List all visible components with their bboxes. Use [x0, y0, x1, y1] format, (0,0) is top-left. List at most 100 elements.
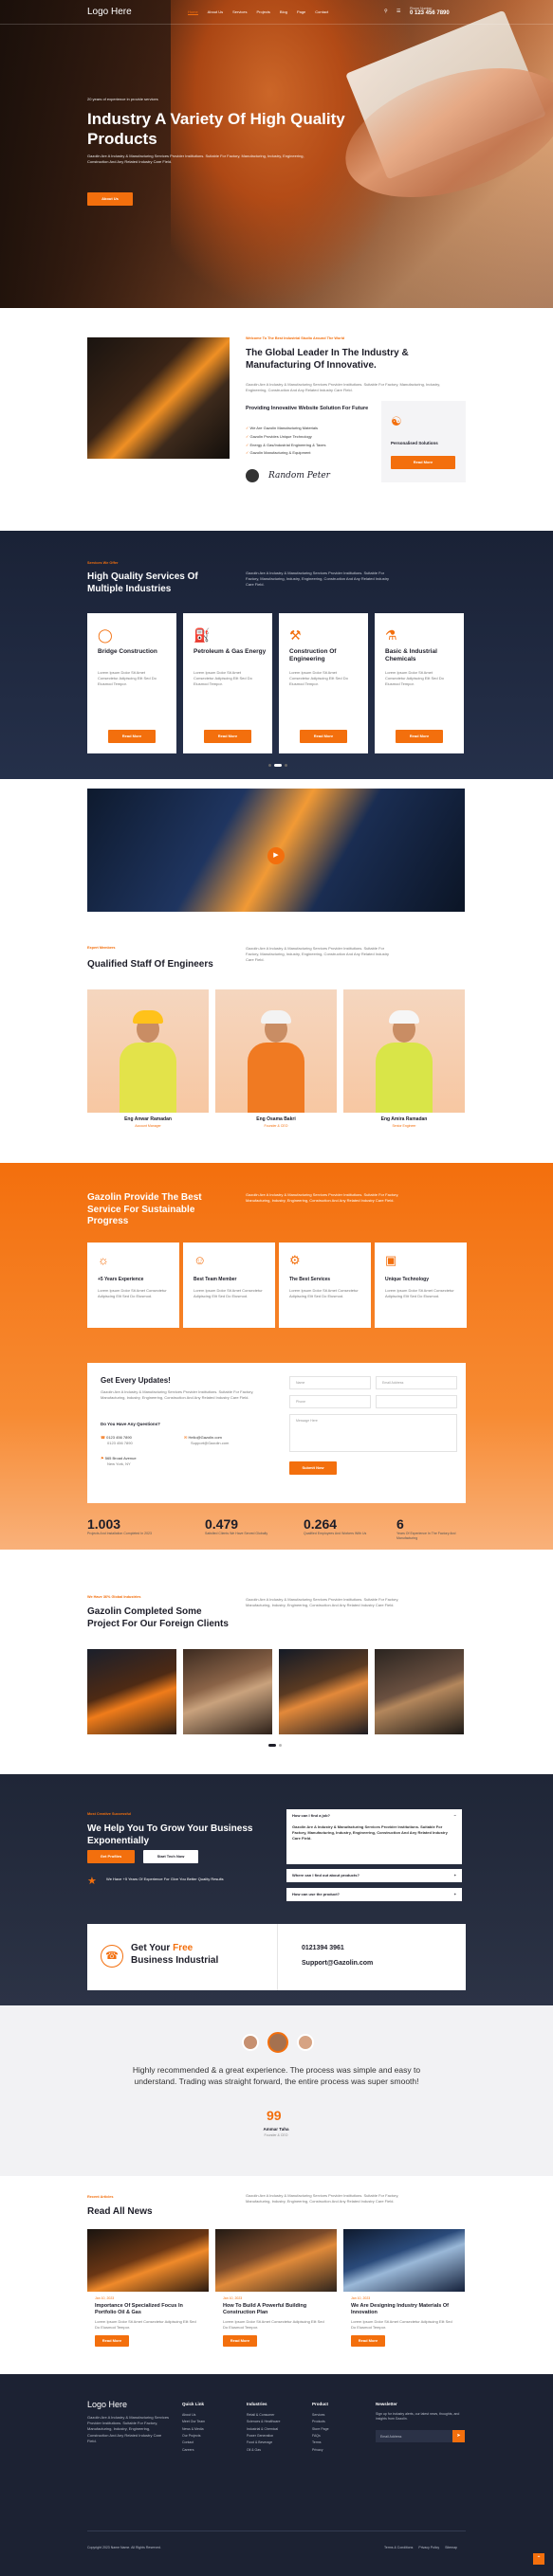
- faq-item[interactable]: Where can I find out about products? +: [286, 1869, 462, 1882]
- feature-card: ▣ Unique Technology Lorem Ipsum Dolor Si…: [375, 1243, 467, 1328]
- pagination-dot[interactable]: [268, 764, 271, 767]
- contact-line: 0123 456 7890: [107, 1441, 133, 1446]
- footer-logo[interactable]: Logo Here: [87, 2400, 127, 2409]
- news-image[interactable]: [215, 2229, 337, 2292]
- news-title[interactable]: How To Build A Powerful Building Constru…: [223, 2303, 329, 2316]
- news-title: Read All News: [87, 2206, 153, 2217]
- name-field[interactable]: Name: [289, 1376, 371, 1389]
- cta-phone[interactable]: 0121394 3961: [302, 1945, 344, 1951]
- service-text: Lorem Ipsum Dolor Sit Amet Consectetur A…: [98, 670, 157, 687]
- video-thumbnail[interactable]: ▶: [87, 789, 465, 912]
- news-card[interactable]: Jan 10, 2023 How To Build A Powerful Bui…: [215, 2229, 337, 2350]
- footer-link[interactable]: FAQs: [312, 2433, 329, 2440]
- nav-blog[interactable]: Blog: [280, 9, 287, 15]
- service-card[interactable]: ⚗ Basic & Industrial Chemicals Lorem Ips…: [375, 613, 464, 753]
- email-field[interactable]: Email Address: [376, 1376, 457, 1389]
- pagination-dot[interactable]: [279, 1744, 282, 1747]
- faq-item-open[interactable]: How can I find a job? −: [286, 1809, 462, 1823]
- start-tech-button[interactable]: Start Tech Now: [143, 1850, 198, 1863]
- service-read-more-button[interactable]: Read More: [300, 730, 347, 743]
- news-title[interactable]: We Are Designing Industry Materials Of I…: [351, 2303, 457, 2316]
- back-to-top-icon[interactable]: ⌃: [533, 2553, 544, 2565]
- footer-link[interactable]: Food & Beverage: [247, 2440, 280, 2446]
- nav-about[interactable]: About Us: [208, 9, 223, 15]
- pagination-dot[interactable]: [285, 764, 287, 767]
- footer-link[interactable]: Terms: [312, 2440, 329, 2446]
- news-card[interactable]: Jan 10, 2023 We Are Designing Industry M…: [343, 2229, 465, 2350]
- projects-pagination[interactable]: [268, 1744, 282, 1747]
- footer-link[interactable]: Privacy: [312, 2447, 329, 2454]
- avatar[interactable]: [242, 2034, 259, 2051]
- project-image[interactable]: [375, 1649, 464, 1734]
- fuel-icon: ⛽: [194, 627, 211, 643]
- feature-card: ☺ Best Team Member Lorem Ipsum Dolor Sit…: [183, 1243, 275, 1328]
- solutions-card: ☯ Personalised Solutions Read More: [381, 401, 466, 482]
- footer-link[interactable]: Services: [312, 2412, 329, 2419]
- message-field[interactable]: Message Here: [289, 1414, 457, 1452]
- service-card[interactable]: ⚒ Construction Of Engineering Lorem Ipsu…: [279, 613, 368, 753]
- experience-icon: ★: [87, 1876, 97, 1887]
- news-image[interactable]: [343, 2229, 465, 2292]
- footer-link[interactable]: Sciences & Healthcare: [247, 2419, 280, 2425]
- nav-contact[interactable]: Contact: [315, 9, 328, 15]
- nav-projects[interactable]: Projects: [256, 9, 269, 15]
- service-read-more-button[interactable]: Read More: [396, 730, 443, 743]
- location-icon: ⚑: [101, 1456, 104, 1460]
- footer-link[interactable]: Store Page: [312, 2426, 329, 2433]
- news-read-more-button[interactable]: Read More: [95, 2334, 129, 2347]
- news-image[interactable]: [87, 2229, 209, 2292]
- footer-link[interactable]: News & Media: [182, 2426, 205, 2433]
- footer-link[interactable]: Products: [312, 2419, 329, 2425]
- play-icon[interactable]: ▶: [267, 847, 285, 864]
- footer-link[interactable]: Contact: [182, 2440, 205, 2446]
- sitemap-link[interactable]: Sitemap: [445, 2546, 457, 2549]
- nav-home[interactable]: Home: [188, 9, 198, 15]
- footer-link[interactable]: About Us: [182, 2412, 205, 2419]
- footer-link[interactable]: Oil & Gas: [247, 2447, 280, 2454]
- service-read-more-button[interactable]: Read More: [108, 730, 156, 743]
- hero-about-button[interactable]: About Us: [87, 192, 133, 206]
- subject-field[interactable]: [376, 1395, 457, 1408]
- footer-col-title: Industries: [247, 2402, 267, 2406]
- project-image[interactable]: [183, 1649, 272, 1734]
- project-image[interactable]: [87, 1649, 176, 1734]
- news-read-more-button[interactable]: Read More: [223, 2334, 257, 2347]
- footer-link[interactable]: Retail & Consumer: [247, 2412, 280, 2419]
- footer-link[interactable]: Our Projects: [182, 2433, 205, 2440]
- news-read-more-button[interactable]: Read More: [351, 2334, 385, 2347]
- service-card[interactable]: ◯ Bridge Construction Lorem Ipsum Dolor …: [87, 613, 176, 753]
- footer-newsletter: Newsletter Sign up for industry alerts, …: [376, 2402, 465, 2442]
- news-title[interactable]: Importance Of Specialized Focus In Portf…: [95, 2303, 201, 2316]
- cta-email[interactable]: Support@Gazolin.com: [302, 1960, 373, 1967]
- service-read-more-button[interactable]: Read More: [204, 730, 251, 743]
- nav-services[interactable]: Services: [232, 9, 247, 15]
- submit-button[interactable]: Submit Now: [289, 1461, 337, 1475]
- footer-link[interactable]: Careers: [182, 2447, 205, 2454]
- terms-link[interactable]: Terms & Conditions: [384, 2546, 413, 2549]
- search-icon[interactable]: ⚲: [384, 9, 388, 14]
- footer-link[interactable]: Power Generation: [247, 2433, 280, 2440]
- news-card[interactable]: Jan 10, 2023 Importance Of Specialized F…: [87, 2229, 209, 2350]
- send-icon[interactable]: ➤: [452, 2429, 465, 2442]
- pagination-dot-active[interactable]: [274, 764, 282, 767]
- menu-icon[interactable]: ☰: [396, 9, 400, 14]
- solutions-read-more-button[interactable]: Read More: [391, 456, 455, 469]
- faq-item[interactable]: How can use the product? +: [286, 1888, 462, 1901]
- get-profiles-button[interactable]: Get Profiles: [87, 1850, 135, 1863]
- services-pagination[interactable]: [268, 764, 287, 767]
- newsletter-email-input[interactable]: Email Address ➤: [376, 2429, 465, 2442]
- footer-link[interactable]: Meet Our Team: [182, 2419, 205, 2425]
- project-image[interactable]: [279, 1649, 368, 1734]
- site-logo[interactable]: Logo Here: [87, 7, 132, 17]
- plus-icon: +: [453, 1892, 456, 1896]
- footer-link[interactable]: Industrial & Chemical: [247, 2426, 280, 2433]
- phone-field[interactable]: Phone: [289, 1395, 371, 1408]
- avatar-active[interactable]: [267, 2032, 288, 2053]
- header-phone[interactable]: Phone Number 0 123 456 7890: [410, 7, 450, 16]
- nav-page[interactable]: Page: [297, 9, 305, 15]
- avatar[interactable]: [297, 2034, 314, 2051]
- stat-value: 1.003: [87, 1516, 121, 1532]
- service-card[interactable]: ⛽ Petroleum & Gas Energy Lorem Ipsum Dol…: [183, 613, 272, 753]
- pagination-dot-active[interactable]: [268, 1744, 276, 1747]
- privacy-link[interactable]: Privacy Policy: [418, 2546, 439, 2549]
